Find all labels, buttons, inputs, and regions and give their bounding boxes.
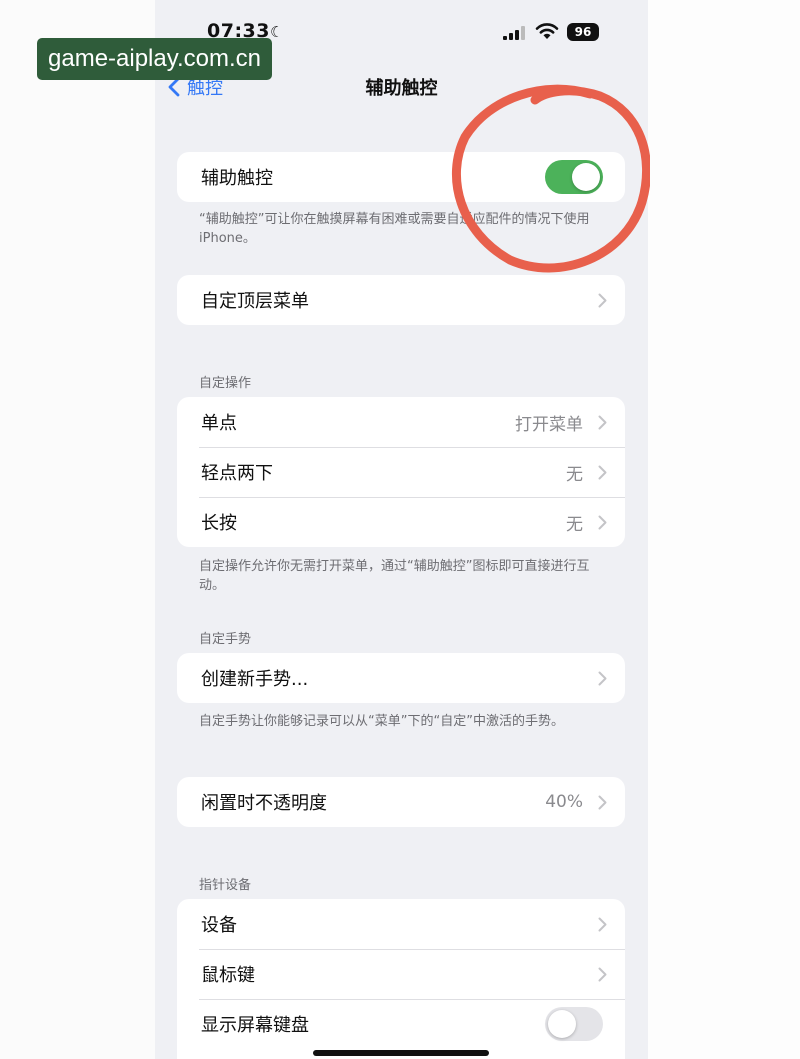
custom-actions-footer: 自定操作允许你无需打开菜单，通过“辅助触控”图标即可直接进行互动。: [199, 559, 590, 593]
idle-opacity-value: 40%: [545, 792, 583, 812]
phone-screen: 07:33 ☾ 96 触控 辅助触控 辅助触控 “辅助触控”可让你在触摸屏幕有困…: [155, 0, 648, 1059]
chevron-right-icon: [598, 795, 607, 809]
devices-row[interactable]: 设备: [177, 899, 625, 949]
pointer-devices-group: 设备 鼠标键 显示屏幕键盘: [177, 899, 625, 1059]
long-press-row[interactable]: 长按 无: [177, 497, 625, 547]
long-press-label: 长按: [201, 513, 237, 534]
cellular-signal-icon: [503, 26, 525, 40]
assistive-touch-label: 辅助触控: [201, 168, 273, 189]
single-tap-label: 单点: [201, 413, 237, 434]
custom-actions-header: 自定操作: [199, 376, 252, 391]
mouse-keys-label: 鼠标键: [201, 965, 255, 986]
focus-moon-icon: ☾: [270, 23, 284, 41]
battery-level: 96: [574, 25, 592, 39]
right-margin: [648, 0, 800, 1059]
toggle-knob: [572, 163, 600, 191]
pointer-devices-header: 指针设备: [199, 878, 252, 893]
assistive-touch-footer: “辅助触控”可让你在触摸屏幕有困难或需要自适应配件的情况下使用iPhone。: [199, 212, 590, 246]
create-gesture-label: 创建新手势...: [201, 669, 309, 690]
customize-menu-label: 自定顶层菜单: [201, 291, 309, 312]
assistive-touch-group: 辅助触控: [177, 152, 625, 202]
double-tap-label: 轻点两下: [201, 463, 273, 484]
show-keyboard-label: 显示屏幕键盘: [201, 1015, 309, 1036]
idle-opacity-label: 闲置时不透明度: [201, 793, 327, 814]
chevron-right-icon: [598, 465, 607, 479]
idle-opacity-group: 闲置时不透明度 40%: [177, 777, 625, 827]
double-tap-value: 无: [566, 464, 583, 485]
idle-opacity-row[interactable]: 闲置时不透明度 40%: [177, 777, 625, 827]
custom-gestures-header: 自定手势: [199, 632, 252, 647]
show-keyboard-row: 显示屏幕键盘: [177, 999, 625, 1049]
show-keyboard-toggle[interactable]: [545, 1007, 603, 1041]
single-tap-value: 打开菜单: [515, 414, 583, 435]
long-press-value: 无: [566, 514, 583, 535]
home-indicator: [313, 1050, 489, 1056]
chevron-right-icon: [598, 515, 607, 529]
custom-gestures-group: 创建新手势...: [177, 653, 625, 703]
chevron-right-icon: [598, 671, 607, 685]
battery-indicator: 96: [567, 23, 599, 41]
watermark-label: game-aiplay.com.cn: [37, 38, 272, 80]
chevron-right-icon: [598, 917, 607, 931]
assistive-touch-row: 辅助触控: [177, 152, 625, 202]
custom-gestures-footer: 自定手势让你能够记录可以从“菜单”下的“自定”中激活的手势。: [199, 714, 564, 729]
custom-actions-group: 单点 打开菜单 轻点两下 无 长按 无: [177, 397, 625, 547]
mouse-keys-row[interactable]: 鼠标键: [177, 949, 625, 999]
customize-menu-group: 自定顶层菜单: [177, 275, 625, 325]
create-gesture-row[interactable]: 创建新手势...: [177, 653, 625, 703]
wifi-icon: [535, 23, 559, 39]
chevron-right-icon: [598, 293, 607, 307]
left-margin: [0, 0, 155, 1059]
customize-menu-row[interactable]: 自定顶层菜单: [177, 275, 625, 325]
toggle-knob: [548, 1010, 576, 1038]
single-tap-row[interactable]: 单点 打开菜单: [177, 397, 625, 447]
assistive-touch-toggle[interactable]: [545, 160, 603, 194]
chevron-right-icon: [598, 967, 607, 981]
chevron-right-icon: [598, 415, 607, 429]
double-tap-row[interactable]: 轻点两下 无: [177, 447, 625, 497]
devices-label: 设备: [201, 915, 237, 936]
